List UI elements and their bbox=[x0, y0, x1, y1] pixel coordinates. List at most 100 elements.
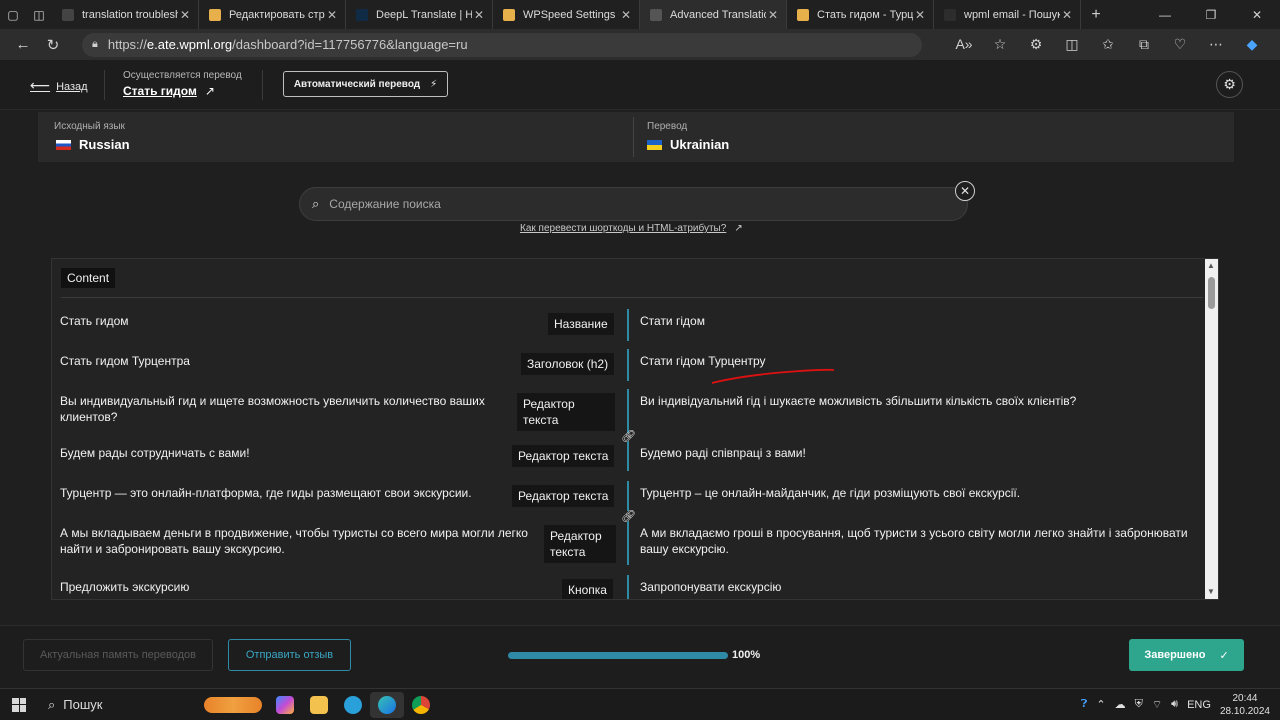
clock[interactable]: 20:44 28.10.2024 bbox=[1220, 692, 1270, 718]
table-scrollbar[interactable]: ▲ ▼ bbox=[1205, 259, 1218, 599]
close-tab-icon[interactable]: ✕ bbox=[1060, 8, 1074, 22]
tab-favicon-icon bbox=[503, 8, 515, 21]
back-link[interactable]: ⟵ Назад bbox=[30, 77, 88, 94]
more-icon[interactable]: ⋯ bbox=[1198, 36, 1234, 53]
editor-header: ⟵ Назад Осуществляется перевод Стать гидо… bbox=[0, 60, 1280, 110]
url-field[interactable]: 🔒︎ https://e.ate.wpml.org/dashboard?id=1… bbox=[82, 32, 922, 57]
split-screen-icon[interactable]: ◫ bbox=[1054, 36, 1090, 53]
translation-memory-button[interactable]: Актуальная память переводов bbox=[23, 639, 213, 671]
segment-divider bbox=[627, 481, 629, 511]
restore-icon[interactable]: ❐ bbox=[1188, 8, 1234, 22]
clear-search-icon[interactable]: ✕ bbox=[955, 181, 975, 201]
source-language: Russian bbox=[56, 137, 130, 152]
segment-divider bbox=[627, 521, 629, 565]
tab-title: Стать гидом - Турцентр bbox=[817, 8, 913, 21]
close-tab-icon[interactable]: ✕ bbox=[472, 8, 486, 22]
chevron-up-icon[interactable]: ⌃ bbox=[1096, 698, 1105, 711]
chrome-icon[interactable] bbox=[404, 692, 438, 718]
close-window-icon[interactable]: ✕ bbox=[1234, 8, 1280, 22]
close-tab-icon[interactable]: ✕ bbox=[766, 8, 780, 22]
settings-gear-icon[interactable]: ⚙ bbox=[1216, 71, 1243, 98]
target-segment[interactable]: Стати гідом bbox=[640, 313, 1195, 329]
tab-favicon-icon bbox=[944, 8, 956, 21]
telegram-icon[interactable] bbox=[336, 692, 370, 718]
refresh-icon[interactable]: ↻ bbox=[38, 36, 68, 54]
copilot-app-icon[interactable] bbox=[268, 692, 302, 718]
browser-tab[interactable]: WPSpeed Settings ‹ Т✕ bbox=[493, 0, 640, 29]
security-icon[interactable]: ⛨ bbox=[1135, 698, 1143, 711]
taskbar-search[interactable]: ⌕ Пошук bbox=[38, 697, 198, 713]
keyboard-language[interactable]: ENG bbox=[1187, 699, 1211, 711]
back-arrow-icon[interactable]: ← bbox=[8, 36, 38, 53]
close-tab-icon[interactable]: ✕ bbox=[619, 8, 633, 22]
source-segment[interactable]: Турцентр — это онлайн-платформа, где гид… bbox=[60, 485, 500, 501]
scroll-up-icon[interactable]: ▲ bbox=[1207, 261, 1215, 270]
start-button[interactable] bbox=[0, 697, 38, 712]
source-segment[interactable]: Предложить экскурсию bbox=[60, 579, 500, 595]
scroll-thumb[interactable] bbox=[1208, 277, 1215, 309]
copilot-icon[interactable]: ◆ bbox=[1234, 36, 1270, 53]
tab-title: wpml email - Пошук bbox=[964, 8, 1060, 21]
divider bbox=[104, 70, 105, 100]
browser-tab[interactable]: DeepL Translate | Найти✕ bbox=[346, 0, 493, 29]
close-tab-icon[interactable]: ✕ bbox=[913, 8, 927, 22]
divider bbox=[262, 70, 263, 100]
source-segment[interactable]: Стать гидом bbox=[60, 313, 530, 329]
progress-bar bbox=[508, 652, 728, 659]
browser-tab[interactable]: wpml email - Пошук ✕ bbox=[934, 0, 1081, 29]
red-underline-annotation bbox=[711, 368, 835, 384]
segment-divider bbox=[627, 575, 629, 599]
segment-type-tag: Редактор текста bbox=[544, 525, 616, 563]
target-segment[interactable]: Ви індивідуальний гід і шукаєте можливіс… bbox=[640, 393, 1195, 409]
segment-type-tag: Кнопка bbox=[562, 579, 613, 599]
help-icon[interactable]: ❓︎ bbox=[1081, 698, 1088, 711]
tab-actions-icon[interactable]: ◫ bbox=[26, 0, 52, 29]
search-input[interactable]: ⌕ Содержание поиска bbox=[299, 187, 968, 221]
page-title-link[interactable]: Стать гидом ↗ bbox=[123, 84, 215, 98]
halloween-widget-icon[interactable] bbox=[198, 692, 268, 718]
favorites-icon[interactable]: ✩ bbox=[1090, 36, 1126, 53]
minimize-icon[interactable]: — bbox=[1142, 8, 1188, 22]
translation-table: Content Стать гидом Название Стати гідом… bbox=[51, 258, 1219, 600]
onedrive-icon[interactable]: ☁︎ bbox=[1115, 698, 1126, 711]
send-feedback-button[interactable]: Отправить отзыв bbox=[228, 639, 351, 671]
segment-type-tag: Редактор текста bbox=[517, 393, 615, 431]
tab-title: translation troubleshooting bbox=[82, 8, 178, 21]
auto-translate-button[interactable]: Автоматический перевод ⚡︎ bbox=[283, 71, 448, 97]
browser-tab[interactable]: Редактировать страницу✕ bbox=[199, 0, 346, 29]
extensions-icon[interactable]: ⚙︎ bbox=[1018, 36, 1054, 53]
edge-browser-icon[interactable] bbox=[370, 691, 404, 718]
source-segment[interactable]: А мы вкладываем деньги в продвижение, чт… bbox=[60, 525, 530, 557]
browser-tab[interactable]: translation troubleshooting✕ bbox=[52, 0, 199, 29]
browser-essentials-icon[interactable]: ♡ bbox=[1162, 36, 1198, 53]
volume-icon[interactable]: 🔊︎ bbox=[1171, 698, 1178, 711]
new-tab-button[interactable]: + bbox=[1081, 6, 1111, 24]
collections-icon[interactable]: ⧉ bbox=[1126, 36, 1162, 53]
target-segment[interactable]: А ми вкладаємо гроші в просування, щоб т… bbox=[640, 525, 1195, 557]
browser-tab-strip: ▢ ◫ translation troubleshooting✕Редактир… bbox=[0, 0, 1280, 29]
browser-profile-icon[interactable]: ▢ bbox=[0, 0, 26, 29]
complete-button[interactable]: Завершено ✓ bbox=[1129, 639, 1244, 671]
segment-divider bbox=[627, 309, 629, 341]
shortcodes-help-link[interactable]: Как перевести шорткоды и HTML-атрибуты? ↗ bbox=[520, 223, 743, 234]
target-segment[interactable]: Будемо раді співпраці з вами! bbox=[640, 445, 1195, 461]
scroll-down-icon[interactable]: ▼ bbox=[1207, 587, 1215, 596]
segment-type-tag: Редактор текста bbox=[512, 485, 615, 507]
check-icon: ✓ bbox=[1219, 649, 1229, 662]
close-tab-icon[interactable]: ✕ bbox=[325, 8, 339, 22]
file-explorer-icon[interactable] bbox=[302, 692, 336, 718]
source-segment[interactable]: Вы индивидуальный гид и ищете возможност… bbox=[60, 393, 510, 425]
network-icon[interactable]: ⌔ bbox=[1152, 698, 1162, 712]
target-language: Ukrainian bbox=[647, 137, 729, 152]
browser-tab[interactable]: Advanced Translation ✕ bbox=[640, 0, 787, 29]
source-segment[interactable]: Будем рады сотрудничать с вами! bbox=[60, 445, 500, 461]
read-aloud-icon[interactable]: A» bbox=[946, 36, 982, 53]
close-tab-icon[interactable]: ✕ bbox=[178, 8, 192, 22]
search-icon: ⌕ bbox=[312, 196, 320, 211]
browser-tab[interactable]: Стать гидом - Турцентр✕ bbox=[787, 0, 934, 29]
target-segment[interactable]: Запропонувати екскурсію bbox=[640, 579, 1195, 595]
source-segment[interactable]: Стать гидом Турцентра bbox=[60, 353, 500, 369]
segment-type-tag: Название bbox=[548, 313, 614, 335]
favorite-star-icon[interactable]: ☆ bbox=[982, 36, 1018, 53]
target-segment[interactable]: Турцентр – це онлайн-майданчик, де гіди … bbox=[640, 485, 1195, 501]
